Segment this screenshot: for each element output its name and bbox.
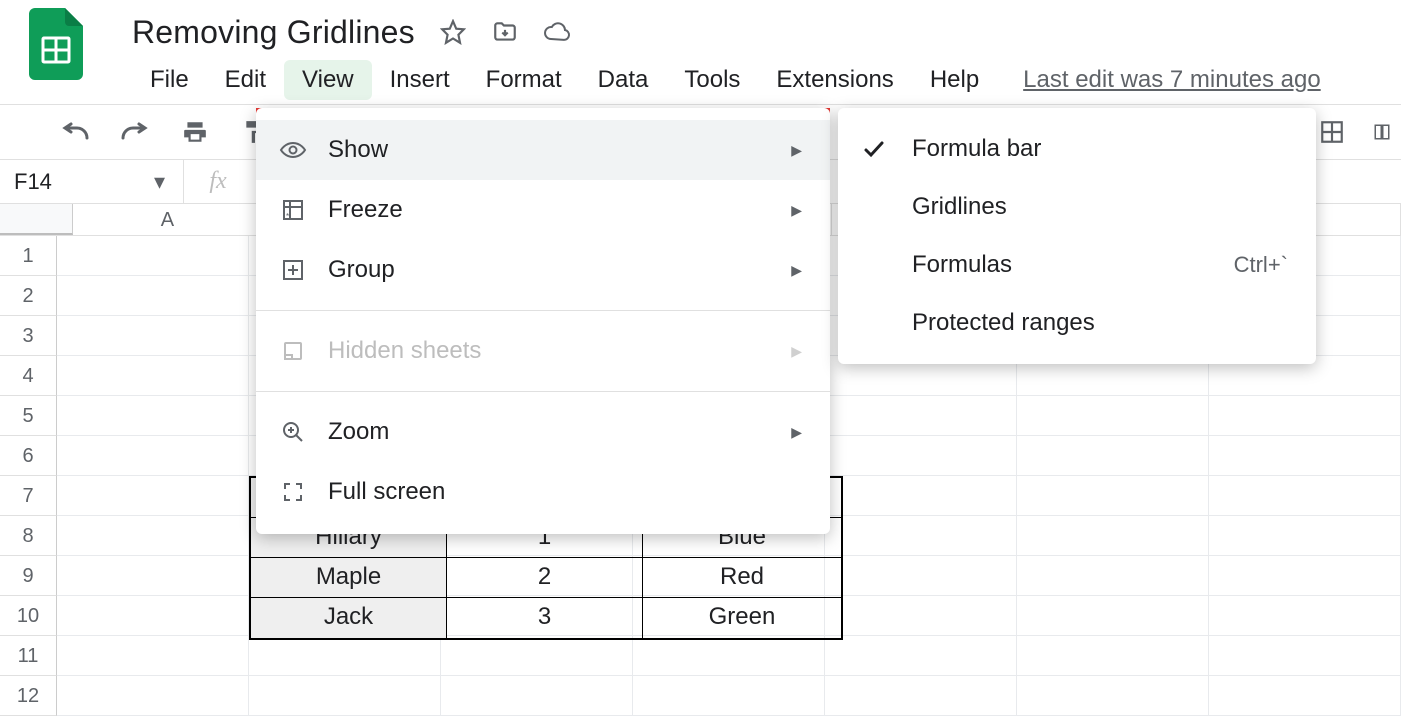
cell-color[interactable]: Green — [643, 598, 841, 638]
menu-freeze[interactable]: * Freeze ▶ — [256, 180, 830, 240]
move-to-folder-icon[interactable] — [491, 18, 519, 46]
menu-label: Zoom — [328, 418, 389, 446]
print-icon[interactable] — [180, 117, 210, 147]
group-icon — [278, 258, 308, 282]
row-header[interactable]: 5 — [0, 396, 57, 436]
namebox-dropdown-icon[interactable]: ▾ — [154, 169, 165, 195]
submenu-gridlines[interactable]: Gridlines — [838, 178, 1316, 236]
row-header[interactable]: 11 — [0, 636, 57, 676]
menu-extensions[interactable]: Extensions — [758, 60, 911, 100]
menu-group[interactable]: Group ▶ — [256, 240, 830, 300]
row-header[interactable]: 9 — [0, 556, 57, 596]
submenu-formulas[interactable]: Formulas Ctrl+` — [838, 236, 1316, 294]
menu-tools[interactable]: Tools — [666, 60, 758, 100]
menu-label: Protected ranges — [912, 309, 1095, 337]
select-all-corner[interactable] — [0, 204, 73, 235]
cell-num[interactable]: 3 — [447, 598, 643, 638]
fx-icon: fx — [184, 168, 252, 195]
view-menu: Show ▶ * Freeze ▶ Group ▶ Hidden sheets … — [256, 108, 830, 534]
redo-icon[interactable] — [120, 117, 150, 147]
submenu-arrow-icon: ▶ — [791, 343, 802, 360]
cell-name[interactable]: Maple — [251, 558, 447, 598]
row-header[interactable]: 10 — [0, 596, 57, 636]
cell-name[interactable]: Jack — [251, 598, 447, 638]
eye-icon — [278, 140, 308, 160]
submenu-protected-ranges[interactable]: Protected ranges — [838, 294, 1316, 352]
row-header[interactable]: 2 — [0, 276, 57, 316]
svg-text:*: * — [286, 212, 289, 221]
cell-reference: F14 — [14, 169, 52, 195]
merge-icon[interactable] — [1373, 117, 1391, 147]
row-header[interactable]: 3 — [0, 316, 57, 356]
zoom-icon — [278, 420, 308, 444]
cell-color[interactable]: Red — [643, 558, 841, 598]
menu-format[interactable]: Format — [468, 60, 580, 100]
menu-label: Formula bar — [912, 135, 1041, 163]
menu-hidden-sheets: Hidden sheets ▶ — [256, 321, 830, 381]
fullscreen-icon — [278, 480, 308, 504]
row-header[interactable]: 6 — [0, 436, 57, 476]
document-title[interactable]: Removing Gridlines — [132, 14, 415, 51]
menu-label: Group — [328, 256, 395, 284]
menu-bar: File Edit View Insert Format Data Tools … — [132, 56, 1321, 104]
row-headers: 1 2 3 4 5 6 7 8 9 10 11 12 — [0, 236, 57, 716]
row-header[interactable]: 12 — [0, 676, 57, 716]
last-edit-link[interactable]: Last edit was 7 minutes ago — [1023, 66, 1321, 94]
row-header[interactable]: 4 — [0, 356, 57, 396]
submenu-arrow-icon: ▶ — [791, 262, 802, 279]
sheets-logo-icon[interactable] — [28, 8, 84, 80]
submenu-arrow-icon: ▶ — [791, 202, 802, 219]
row-header[interactable]: 7 — [0, 476, 57, 516]
cloud-status-icon[interactable] — [543, 18, 571, 46]
undo-icon[interactable] — [60, 117, 90, 147]
star-icon[interactable] — [439, 18, 467, 46]
menu-help[interactable]: Help — [912, 60, 997, 100]
shortcut-label: Ctrl+` — [1234, 252, 1288, 278]
menu-label: Formulas — [912, 251, 1012, 279]
borders-icon[interactable] — [1317, 117, 1347, 147]
submenu-arrow-icon: ▶ — [791, 142, 802, 159]
submenu-arrow-icon: ▶ — [791, 424, 802, 441]
row-header[interactable]: 8 — [0, 516, 57, 556]
menu-show[interactable]: Show ▶ — [256, 120, 830, 180]
submenu-formula-bar[interactable]: Formula bar — [838, 120, 1316, 178]
menu-label: Full screen — [328, 478, 445, 506]
check-icon — [856, 137, 892, 161]
menu-data[interactable]: Data — [580, 60, 667, 100]
table-row: Maple 2 Red — [251, 558, 841, 598]
menu-view[interactable]: View — [284, 60, 372, 100]
menu-fullscreen[interactable]: Full screen — [256, 462, 830, 522]
name-box[interactable]: F14 ▾ — [0, 160, 184, 203]
row-header[interactable]: 1 — [0, 236, 57, 276]
col-header[interactable]: A — [73, 204, 263, 235]
menu-file[interactable]: File — [132, 60, 207, 100]
menu-edit[interactable]: Edit — [207, 60, 284, 100]
show-submenu: Formula bar Gridlines Formulas Ctrl+` Pr… — [838, 108, 1316, 364]
cell-num[interactable]: 2 — [447, 558, 643, 598]
menu-label: Gridlines — [912, 193, 1007, 221]
table-row: Jack 3 Green — [251, 598, 841, 638]
sheets-icon — [278, 339, 308, 363]
menu-label: Show — [328, 136, 388, 164]
menu-label: Hidden sheets — [328, 337, 481, 365]
menu-label: Freeze — [328, 196, 403, 224]
menu-zoom[interactable]: Zoom ▶ — [256, 402, 830, 462]
freeze-icon: * — [278, 198, 308, 222]
menu-insert[interactable]: Insert — [372, 60, 468, 100]
